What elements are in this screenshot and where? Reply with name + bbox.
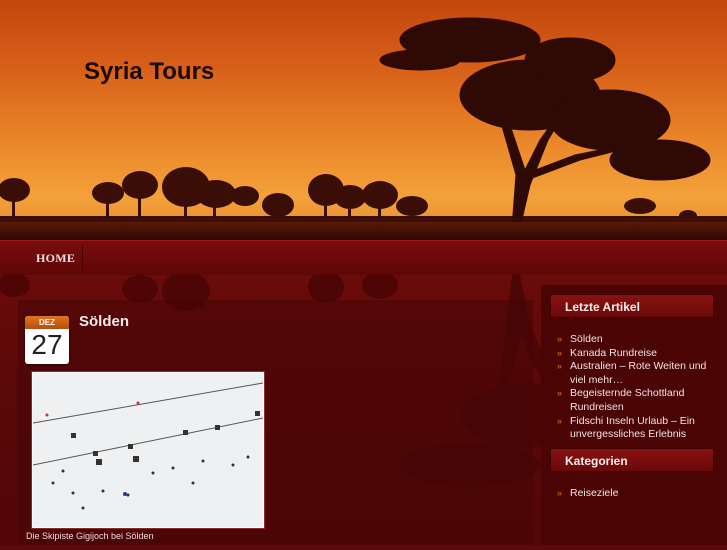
- recent-post-link[interactable]: » Australien – Rote Weiten und viel mehr…: [556, 360, 716, 387]
- nav-divider: [82, 246, 83, 270]
- arrow-bullet-icon: »: [557, 488, 563, 498]
- arrow-bullet-icon: »: [557, 334, 563, 344]
- post-image-ski-slope[interactable]: [31, 371, 265, 529]
- post-date-badge: DEZ 27: [25, 316, 69, 364]
- ground-strip: [0, 222, 727, 240]
- category-link[interactable]: » Reiseziele: [556, 487, 716, 501]
- nav-item-home[interactable]: HOME: [36, 251, 75, 266]
- recent-posts-list: » Sölden » Kanada Rundreise » Australien – …: [556, 333, 716, 442]
- post-image-caption: Die Skipiste Gigijoch bei Sölden: [26, 531, 154, 541]
- recent-post-link[interactable]: » Begeisternde Schottland Rundreisen: [556, 387, 716, 414]
- arrow-bullet-icon: »: [557, 415, 563, 426]
- widget-title-categories: Kategorien: [550, 448, 714, 472]
- widget-title-recent-posts: Letzte Artikel: [550, 294, 714, 318]
- main-navigation: HOME: [0, 240, 727, 276]
- arrow-bullet-icon: »: [557, 388, 563, 399]
- arrow-bullet-icon: »: [557, 361, 563, 372]
- arrow-bullet-icon: »: [557, 347, 563, 358]
- recent-post-link[interactable]: » Sölden: [556, 333, 716, 347]
- post-date-month: DEZ: [25, 316, 69, 329]
- categories-list: » Reiseziele: [556, 487, 716, 501]
- header-banner: Syria Tours: [0, 0, 727, 240]
- recent-post-link[interactable]: » Kanada Rundreise: [556, 347, 716, 361]
- post-title[interactable]: Sölden: [79, 313, 129, 330]
- tree-silhouette-image: [0, 17, 727, 229]
- post-date-day: 27: [31, 329, 63, 360]
- site-title[interactable]: Syria Tours: [84, 58, 214, 86]
- recent-post-link[interactable]: » Fidschi Inseln Urlaub – Ein unvergessli…: [556, 415, 716, 442]
